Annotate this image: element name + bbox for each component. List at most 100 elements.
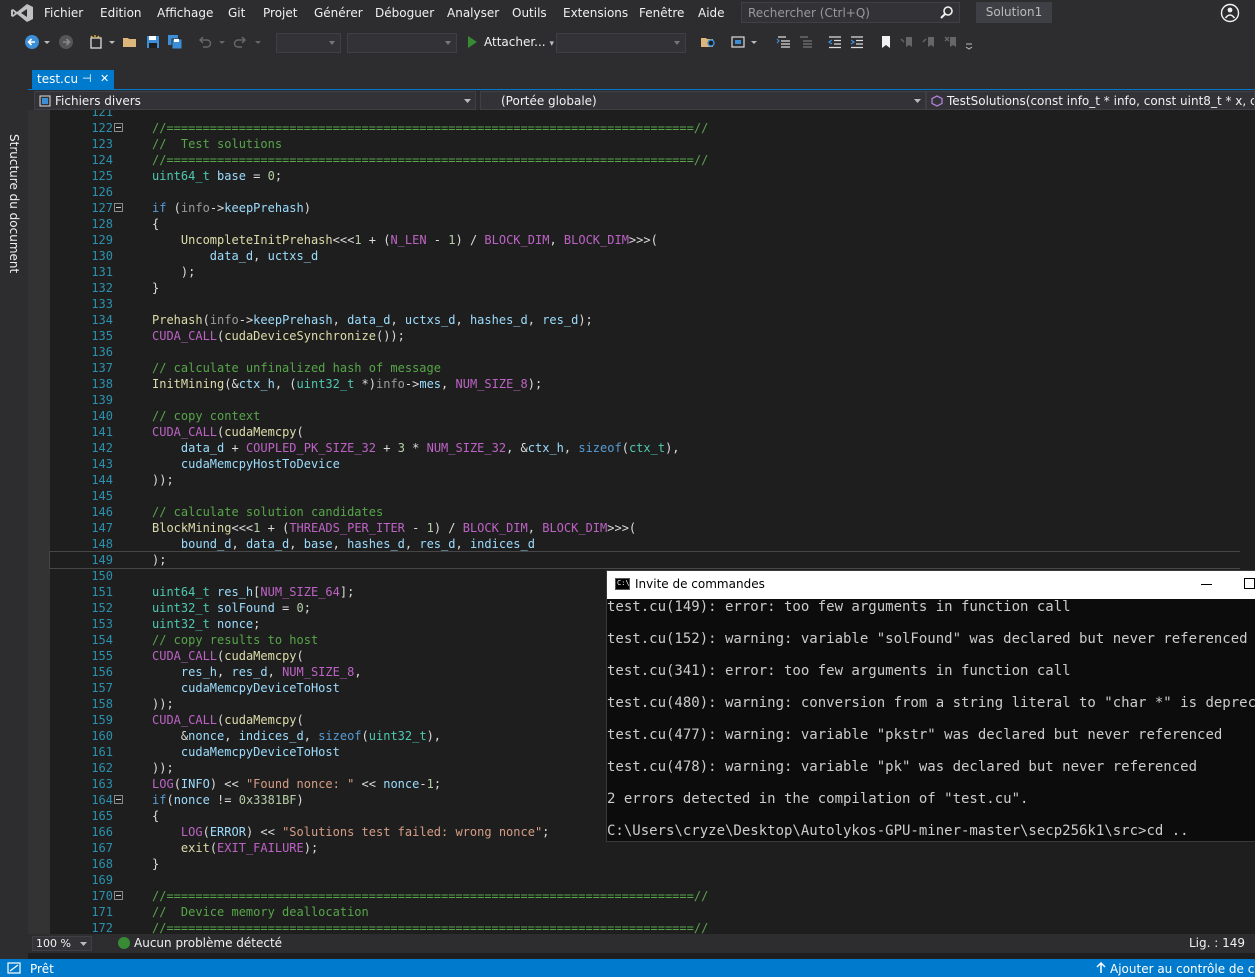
menu-item[interactable]: Générer xyxy=(314,6,363,20)
menu-item[interactable]: Fenêtre xyxy=(639,6,684,20)
code-line[interactable]: 147 BlockMining<<<1 + (THREADS_PER_ITER -… xyxy=(50,520,1240,536)
code-line[interactable]: 131 ); xyxy=(50,264,1240,280)
maximize-button[interactable] xyxy=(1244,578,1255,589)
menu-item[interactable]: Outils xyxy=(512,6,547,20)
explorer-dropdown-icon[interactable] xyxy=(750,34,758,50)
code-line[interactable]: 137 // calculate unfinalized hash of mess… xyxy=(50,360,1240,376)
code-line[interactable]: 133 xyxy=(50,296,1240,312)
editor-indicator-margin[interactable] xyxy=(28,110,50,934)
code-line[interactable]: 146 // calculate solution candidates xyxy=(50,504,1240,520)
document-outline-sidetab[interactable]: Structure du document xyxy=(0,66,28,959)
command-prompt-window[interactable]: Invite de commandes test.cu(149): error:… xyxy=(606,570,1255,842)
code-line[interactable]: 139 xyxy=(50,392,1240,408)
undo-dropdown-icon[interactable] xyxy=(218,34,226,50)
code-text: InitMining(&ctx_h, (uint32_t *)info->mes… xyxy=(152,377,543,391)
member-dropdown[interactable]: TestSolutions(const info_t * info, const… xyxy=(926,91,1255,110)
fold-toggle-icon[interactable] xyxy=(114,203,123,212)
code-line[interactable]: 143 cudaMemcpyHostToDevice xyxy=(50,456,1240,472)
code-line[interactable]: 168} xyxy=(50,856,1240,872)
code-line[interactable]: 138 InitMining(&ctx_h, (uint32_t *)info->… xyxy=(50,376,1240,392)
code-line[interactable]: 127 if (info->keepPrehash) xyxy=(50,200,1240,216)
menu-item[interactable]: Déboguer xyxy=(375,6,434,20)
code-line[interactable]: 134 Prehash(info->keepPrehash, data_d, uc… xyxy=(50,312,1240,328)
menu-item[interactable]: Git xyxy=(228,6,245,20)
menu-item[interactable]: Affichage xyxy=(157,6,213,20)
close-icon[interactable]: ✕ xyxy=(100,72,109,85)
clear-bookmarks-icon[interactable] xyxy=(944,34,960,50)
fold-toggle-icon[interactable] xyxy=(114,123,123,132)
code-line[interactable]: 141 CUDA_CALL(cudaMemcpy( xyxy=(50,424,1240,440)
uncomment-lines-icon[interactable] xyxy=(798,34,814,50)
code-line[interactable]: 140 // copy context xyxy=(50,408,1240,424)
solution-configuration-dropdown[interactable] xyxy=(276,33,341,53)
code-line[interactable]: 171 // Device memory deallocation xyxy=(50,904,1240,920)
code-line[interactable]: 130 data_d, uctxs_d xyxy=(50,248,1240,264)
menu-item[interactable]: Edition xyxy=(100,6,142,20)
code-line[interactable]: 144)); xyxy=(50,472,1240,488)
code-line[interactable]: 126 xyxy=(50,184,1240,200)
fold-toggle-icon[interactable] xyxy=(114,891,123,900)
bookmark-icon[interactable] xyxy=(878,34,894,50)
zoom-dropdown[interactable]: 100 % xyxy=(32,936,92,951)
previous-bookmark-icon[interactable] xyxy=(900,34,916,50)
code-line[interactable]: 148 bound_d, data_d, base, hashes_d, res… xyxy=(50,536,1240,552)
decrease-indent-icon[interactable] xyxy=(827,34,843,50)
attach-button[interactable]: Attacher... ▾ xyxy=(484,35,554,49)
solution-explorer-icon[interactable] xyxy=(730,34,746,50)
menu-item[interactable]: Extensions xyxy=(563,6,628,20)
fold-toggle-icon[interactable] xyxy=(114,795,123,804)
code-line[interactable]: 124 //===================================… xyxy=(50,152,1240,168)
scope-dropdown[interactable]: (Portée globale) xyxy=(480,91,926,110)
forward-arrow-icon[interactable] xyxy=(58,34,74,50)
increase-indent-icon[interactable] xyxy=(849,34,865,50)
menu-item[interactable]: Fichier xyxy=(44,6,83,20)
open-folder-icon[interactable] xyxy=(122,34,138,50)
undo-icon[interactable] xyxy=(197,34,213,50)
code-line[interactable]: 145 xyxy=(50,488,1240,504)
add-to-source-control-button[interactable]: Ajouter au contrôle de c xyxy=(1110,962,1254,976)
minimize-button[interactable] xyxy=(1201,584,1212,585)
comment-lines-icon[interactable] xyxy=(776,34,792,50)
code-line[interactable]: 121 xyxy=(50,110,1240,120)
code-line[interactable]: 169 xyxy=(50,872,1240,888)
code-line[interactable]: 135 CUDA_CALL(cudaDeviceSynchronize()); xyxy=(50,328,1240,344)
next-bookmark-icon[interactable] xyxy=(922,34,938,50)
code-line[interactable]: 170 //===================================… xyxy=(50,888,1240,904)
command-prompt-output[interactable]: test.cu(149): error: too few arguments i… xyxy=(607,599,1255,855)
back-dropdown-icon[interactable] xyxy=(43,34,51,50)
tab-test-cu[interactable]: test.cu ⊣ ✕ xyxy=(32,70,114,89)
code-line[interactable]: 129 UncompleteInitPrehash<<<1 + (N_LEN -… xyxy=(50,232,1240,248)
menu-item[interactable]: Aide xyxy=(698,6,725,20)
redo-dropdown-icon[interactable] xyxy=(254,34,262,50)
new-dropdown-icon[interactable] xyxy=(108,34,116,50)
code-line[interactable]: 122 //===================================… xyxy=(50,120,1240,136)
back-arrow-icon[interactable] xyxy=(24,34,40,50)
code-line[interactable]: 142 data_d + COUPLED_PK_SIZE_32 + 3 * NU… xyxy=(50,440,1240,456)
debug-target-dropdown[interactable] xyxy=(556,33,686,53)
command-prompt-titlebar[interactable]: Invite de commandes xyxy=(607,571,1255,599)
find-in-files-icon[interactable] xyxy=(700,34,716,50)
toolbar-overflow-icon[interactable] xyxy=(965,34,973,50)
code-line[interactable]: 132} xyxy=(50,280,1240,296)
menu-item[interactable]: Analyser xyxy=(447,6,499,20)
code-line[interactable]: 149); xyxy=(49,551,1241,569)
pin-icon[interactable]: ⊣ xyxy=(82,72,92,85)
save-all-icon[interactable] xyxy=(167,34,183,50)
line-number: 147 xyxy=(91,521,113,535)
issues-indicator[interactable]: Aucun problème détecté xyxy=(118,936,282,950)
project-dropdown[interactable]: Fichiers divers xyxy=(34,91,476,110)
code-line[interactable]: 125 uint64_t base = 0; xyxy=(50,168,1240,184)
code-line[interactable]: 123 // Test solutions xyxy=(50,136,1240,152)
code-line[interactable]: 172 //===================================… xyxy=(50,920,1240,934)
search-box[interactable]: Rechercher (Ctrl+Q) xyxy=(741,2,960,23)
redo-icon[interactable] xyxy=(232,34,248,50)
start-debug-play-icon[interactable] xyxy=(466,34,478,50)
new-project-icon[interactable] xyxy=(88,34,104,50)
code-line[interactable]: 128 { xyxy=(50,216,1240,232)
save-icon[interactable] xyxy=(145,34,161,50)
menu-item[interactable]: Projet xyxy=(263,6,297,20)
feedback-user-icon[interactable] xyxy=(1220,3,1240,23)
console-line: test.cu(341): error: too few arguments i… xyxy=(607,663,1071,679)
code-line[interactable]: 136 xyxy=(50,344,1240,360)
solution-platform-dropdown[interactable] xyxy=(347,33,457,53)
